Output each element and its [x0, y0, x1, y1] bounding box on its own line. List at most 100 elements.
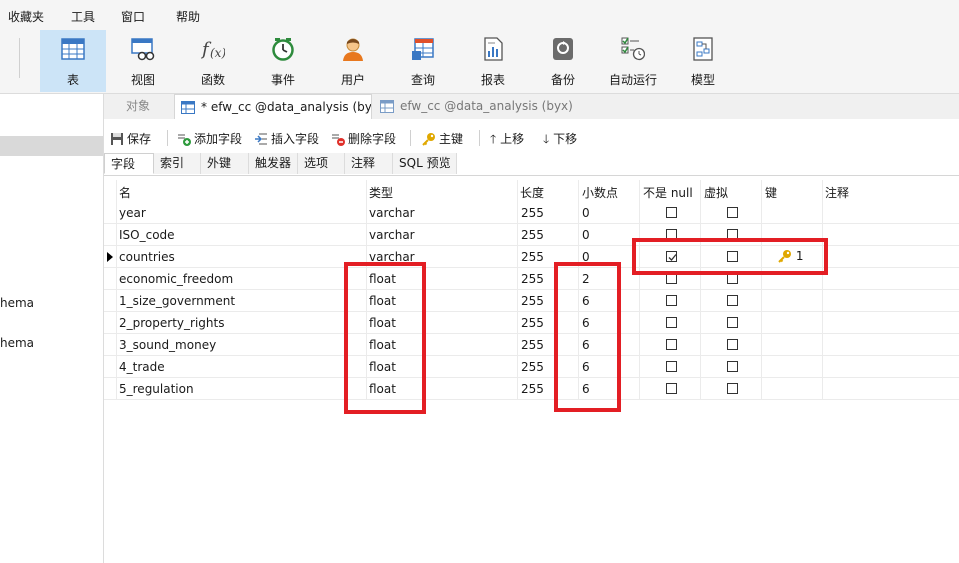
not-null-checkbox[interactable]	[666, 207, 677, 218]
add-field-label: 添加字段	[194, 132, 243, 146]
table-row[interactable]: ISO_code varchar 255 0	[104, 224, 959, 246]
virtual-checkbox[interactable]	[727, 207, 738, 218]
query-icon	[412, 38, 434, 60]
field-length-cell[interactable]: 255	[521, 316, 544, 330]
virtual-checkbox[interactable]	[727, 339, 738, 350]
field-decimals-cell[interactable]: 0	[582, 228, 590, 242]
field-length-cell[interactable]: 255	[521, 250, 544, 264]
menu-favorites[interactable]: 收藏夹	[8, 8, 44, 25]
tab-foreign-keys[interactable]: 外键	[201, 153, 249, 174]
add-field-button[interactable]: 添加字段	[177, 130, 242, 147]
not-null-checkbox[interactable]	[666, 383, 677, 394]
table-icon	[380, 100, 394, 113]
table-row[interactable]: countries varchar 255 0 1	[104, 246, 959, 268]
field-length-cell[interactable]: 255	[521, 228, 544, 242]
delete-field-button[interactable]: 删除字段	[331, 130, 396, 147]
field-name-cell[interactable]: 2_property_rights	[119, 316, 224, 330]
virtual-checkbox[interactable]	[727, 383, 738, 394]
toolbar-event-button[interactable]: 事件	[250, 30, 316, 92]
save-label: 保存	[127, 132, 152, 146]
toolbar-function-button[interactable]: f (x) 函数	[180, 30, 246, 92]
col-header-comment[interactable]: 注释	[825, 184, 849, 201]
toolbar-view-button[interactable]: 视图	[110, 30, 176, 92]
insert-field-button[interactable]: 插入字段	[254, 130, 319, 147]
sidebar-selected-item[interactable]	[0, 136, 103, 156]
toolbar-report-button[interactable]: 报表	[460, 30, 526, 92]
table-row[interactable]: 4_trade float 255 6	[104, 356, 959, 378]
col-header-not-null[interactable]: 不是 null	[643, 184, 693, 201]
not-null-checkbox[interactable]	[666, 317, 677, 328]
col-header-decimals[interactable]: 小数点	[582, 184, 618, 201]
field-length-cell[interactable]: 255	[521, 382, 544, 396]
table-row[interactable]: 1_size_government float 255 6	[104, 290, 959, 312]
menu-help[interactable]: 帮助	[176, 8, 200, 25]
highlight-type-box	[344, 262, 426, 414]
field-length-cell[interactable]: 255	[521, 294, 544, 308]
tab-efw-cc-design[interactable]: * efw_cc @data_analysis (by...	[174, 94, 372, 119]
primary-key-button[interactable]: 主键	[422, 130, 463, 147]
col-header-virtual[interactable]: 虚拟	[704, 184, 728, 201]
table-row[interactable]: 2_property_rights float 255 6	[104, 312, 959, 334]
col-header-key[interactable]: 键	[765, 184, 777, 201]
tab-title: * efw_cc @data_analysis (by...	[201, 100, 372, 114]
save-button[interactable]: 保存	[110, 130, 151, 147]
column-divider	[700, 180, 701, 400]
tab-objects[interactable]: 对象	[104, 94, 172, 119]
field-length-cell[interactable]: 255	[521, 338, 544, 352]
table-row[interactable]: economic_freedom float 255 2	[104, 268, 959, 290]
table-row[interactable]: 5_regulation float 255 6	[104, 378, 959, 400]
field-name-cell[interactable]: 1_size_government	[119, 294, 235, 308]
table-row[interactable]: year varchar 255 0	[104, 202, 959, 224]
field-name-cell[interactable]: ISO_code	[119, 228, 175, 242]
toolbar-model-button[interactable]: 模型	[670, 30, 736, 92]
tab-title: efw_cc @data_analysis (byx)...	[400, 99, 574, 113]
field-name-cell[interactable]: economic_freedom	[119, 272, 233, 286]
field-decimals-cell[interactable]: 0	[582, 206, 590, 220]
function-icon: f (x)	[201, 39, 225, 60]
not-null-checkbox[interactable]	[666, 339, 677, 350]
not-null-checkbox[interactable]	[666, 361, 677, 372]
toolbar-backup-button[interactable]: 备份	[530, 30, 596, 92]
toolbar-table-button[interactable]: 表	[40, 30, 106, 92]
insert-field-label: 插入字段	[271, 132, 320, 146]
sidebar-item-schema[interactable]: hema	[0, 336, 34, 350]
col-header-name[interactable]: 名	[119, 184, 131, 201]
tab-triggers[interactable]: 触发器	[249, 153, 298, 174]
tab-sql-preview[interactable]: SQL 预览	[393, 153, 457, 174]
move-up-button[interactable]: 🡑 上移	[490, 130, 524, 151]
field-name-cell[interactable]: year	[119, 206, 146, 220]
column-divider	[116, 180, 117, 400]
virtual-checkbox[interactable]	[727, 317, 738, 328]
not-null-checkbox[interactable]	[666, 295, 677, 306]
tab-comment[interactable]: 注释	[345, 153, 393, 174]
toolbar-user-button[interactable]: 用户	[320, 30, 386, 92]
field-type-cell[interactable]: varchar	[369, 206, 415, 220]
tab-fields[interactable]: 字段	[104, 153, 154, 174]
insert-field-icon	[255, 133, 267, 145]
move-down-button[interactable]: 🡓 下移	[543, 130, 577, 151]
field-type-cell[interactable]: varchar	[369, 228, 415, 242]
field-name-cell[interactable]: countries	[119, 250, 175, 264]
designer-subtabs: 字段 索引 外键 触发器 选项 注释 SQL 预览	[104, 153, 959, 176]
table-row[interactable]: 3_sound_money float 255 6	[104, 334, 959, 356]
toolbar-separator	[19, 38, 20, 78]
col-header-type[interactable]: 类型	[369, 184, 393, 201]
clock-icon	[272, 38, 294, 61]
toolbar-query-button[interactable]: 查询	[390, 30, 456, 92]
field-length-cell[interactable]: 255	[521, 206, 544, 220]
field-name-cell[interactable]: 5_regulation	[119, 382, 194, 396]
menu-tools[interactable]: 工具	[71, 8, 95, 25]
field-name-cell[interactable]: 3_sound_money	[119, 338, 216, 352]
toolbar-autorun-button[interactable]: 自动运行	[600, 30, 666, 92]
field-length-cell[interactable]: 255	[521, 360, 544, 374]
virtual-checkbox[interactable]	[727, 295, 738, 306]
menu-window[interactable]: 窗口	[121, 8, 145, 25]
tab-options[interactable]: 选项	[298, 153, 345, 174]
tab-indexes[interactable]: 索引	[154, 153, 201, 174]
field-name-cell[interactable]: 4_trade	[119, 360, 165, 374]
tab-efw-cc-data[interactable]: efw_cc @data_analysis (byx)...	[374, 94, 574, 119]
field-length-cell[interactable]: 255	[521, 272, 544, 286]
virtual-checkbox[interactable]	[727, 361, 738, 372]
sidebar-item-schema[interactable]: hema	[0, 296, 34, 310]
col-header-length[interactable]: 长度	[520, 184, 544, 201]
